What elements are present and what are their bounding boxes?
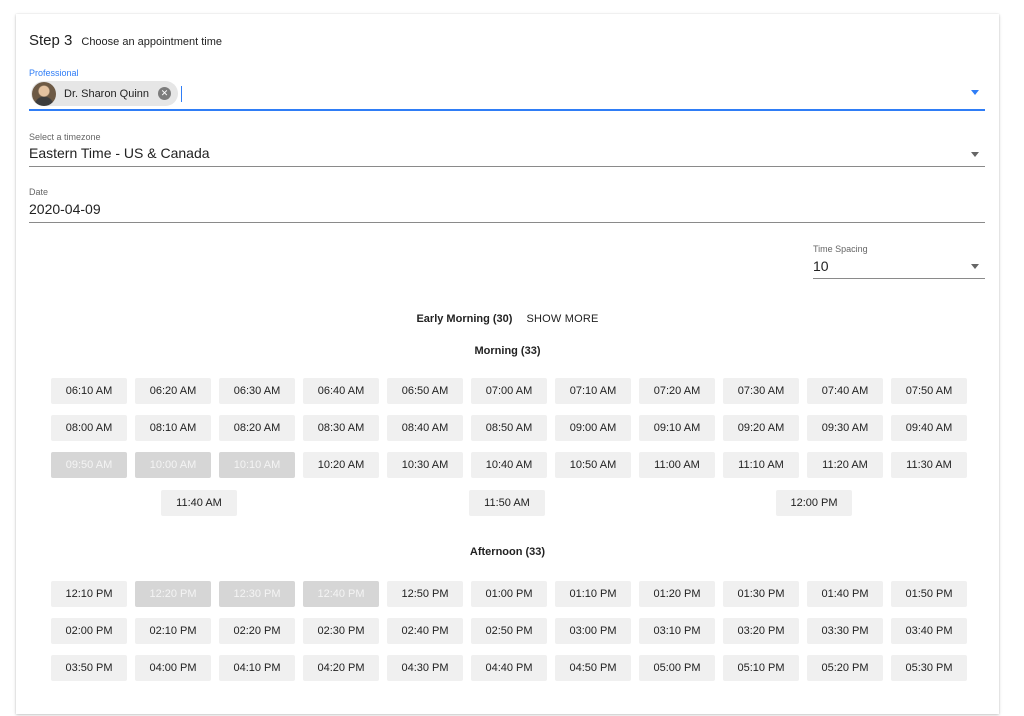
caret-down-icon[interactable]	[971, 90, 979, 95]
section-early-morning: Early Morning (30) SHOW MORE	[16, 313, 999, 325]
time-slot[interactable]: 02:40 PM	[387, 618, 463, 644]
caret-down-icon[interactable]	[971, 264, 979, 269]
time-slot[interactable]: 11:20 AM	[807, 452, 883, 478]
time-slot[interactable]: 02:00 PM	[51, 618, 127, 644]
time-slot[interactable]: 03:20 PM	[723, 618, 799, 644]
time-slot[interactable]: 08:50 AM	[471, 415, 547, 441]
step-number: Step 3	[29, 32, 73, 49]
time-slot[interactable]: 11:40 AM	[161, 490, 237, 516]
text-cursor	[181, 86, 182, 102]
time-slot-unavailable: 10:10 AM	[219, 452, 295, 478]
time-slot[interactable]: 06:40 AM	[303, 378, 379, 404]
time-slot[interactable]: 10:30 AM	[387, 452, 463, 478]
time-slot[interactable]: 07:30 AM	[723, 378, 799, 404]
time-slot[interactable]: 12:50 PM	[387, 581, 463, 607]
time-slot[interactable]: 03:50 PM	[51, 655, 127, 681]
time-slot[interactable]: 07:20 AM	[639, 378, 715, 404]
professional-chip[interactable]: Dr. Sharon Quinn ✕	[31, 81, 178, 106]
date-underline	[29, 222, 985, 223]
time-slot[interactable]: 08:00 AM	[51, 415, 127, 441]
date-label: Date	[29, 187, 49, 197]
time-slot[interactable]: 08:10 AM	[135, 415, 211, 441]
section-title: Early Morning (30)	[416, 313, 513, 325]
step-title: Choose an appointment time	[81, 36, 223, 48]
appointment-card: Step 3 Choose an appointment time Profes…	[16, 14, 999, 714]
date-field[interactable]: 2020-04-09	[29, 201, 101, 217]
time-slot[interactable]: 04:50 PM	[555, 655, 631, 681]
time-slot[interactable]: 11:00 AM	[639, 452, 715, 478]
time-slot[interactable]: 06:20 AM	[135, 378, 211, 404]
time-slot[interactable]: 03:30 PM	[807, 618, 883, 644]
time-slot[interactable]: 09:40 AM	[891, 415, 967, 441]
time-slot[interactable]: 12:10 PM	[51, 581, 127, 607]
time-slot[interactable]: 04:30 PM	[387, 655, 463, 681]
time-spacing-underline	[813, 278, 985, 279]
time-slot[interactable]: 11:50 AM	[469, 490, 545, 516]
time-slot[interactable]: 11:30 AM	[891, 452, 967, 478]
time-slot[interactable]: 09:30 AM	[807, 415, 883, 441]
step-header: Step 3 Choose an appointment time	[29, 32, 222, 49]
time-slot[interactable]: 01:00 PM	[471, 581, 547, 607]
time-slot[interactable]: 05:10 PM	[723, 655, 799, 681]
time-slot-unavailable: 09:50 AM	[51, 452, 127, 478]
time-slot[interactable]: 04:20 PM	[303, 655, 379, 681]
time-slot[interactable]: 10:40 AM	[471, 452, 547, 478]
time-slot[interactable]: 09:20 AM	[723, 415, 799, 441]
time-slot[interactable]: 06:30 AM	[219, 378, 295, 404]
afternoon-slots-grid: 12:10 PM 12:20 PM 12:30 PM 12:40 PM 12:50 PM…	[51, 581, 967, 681]
professional-label: Professional	[29, 68, 79, 78]
time-spacing-label: Time Spacing	[813, 244, 868, 254]
time-slot[interactable]: 10:20 AM	[303, 452, 379, 478]
time-slot[interactable]: 06:50 AM	[387, 378, 463, 404]
time-slot[interactable]: 02:50 PM	[471, 618, 547, 644]
show-more-button[interactable]: SHOW MORE	[526, 313, 598, 325]
time-slot[interactable]: 05:00 PM	[639, 655, 715, 681]
timezone-select[interactable]: Eastern Time - US & Canada	[29, 145, 210, 161]
time-slot-unavailable: 10:00 AM	[135, 452, 211, 478]
time-slot[interactable]: 01:50 PM	[891, 581, 967, 607]
time-slot[interactable]: 01:30 PM	[723, 581, 799, 607]
time-slot[interactable]: 07:00 AM	[471, 378, 547, 404]
time-slot[interactable]: 03:10 PM	[639, 618, 715, 644]
time-slot[interactable]: 02:10 PM	[135, 618, 211, 644]
time-slot[interactable]: 09:00 AM	[555, 415, 631, 441]
time-spacing-select[interactable]: 10	[813, 258, 829, 274]
time-slot[interactable]: 05:30 PM	[891, 655, 967, 681]
avatar	[32, 81, 56, 106]
time-slot[interactable]: 05:20 PM	[807, 655, 883, 681]
time-slot[interactable]: 07:50 AM	[891, 378, 967, 404]
time-slot[interactable]: 01:40 PM	[807, 581, 883, 607]
professional-input-underline[interactable]	[29, 109, 985, 111]
time-slot-unavailable: 12:40 PM	[303, 581, 379, 607]
time-slot[interactable]: 08:40 AM	[387, 415, 463, 441]
close-circle-icon[interactable]: ✕	[158, 87, 171, 100]
time-slot[interactable]: 01:20 PM	[639, 581, 715, 607]
time-slot[interactable]: 04:40 PM	[471, 655, 547, 681]
timezone-label: Select a timezone	[29, 132, 101, 142]
time-slot[interactable]: 04:10 PM	[219, 655, 295, 681]
time-slot[interactable]: 07:10 AM	[555, 378, 631, 404]
time-slot[interactable]: 03:40 PM	[891, 618, 967, 644]
chip-label: Dr. Sharon Quinn	[64, 87, 149, 100]
time-slot[interactable]: 08:30 AM	[303, 415, 379, 441]
time-slot[interactable]: 11:10 AM	[723, 452, 799, 478]
time-slot[interactable]: 12:00 PM	[776, 490, 852, 516]
time-slot[interactable]: 06:10 AM	[51, 378, 127, 404]
time-slot[interactable]: 10:50 AM	[555, 452, 631, 478]
time-slot[interactable]: 02:20 PM	[219, 618, 295, 644]
morning-slots-grid: 06:10 AM 06:20 AM 06:30 AM 06:40 AM 06:50 AM…	[51, 378, 967, 478]
time-slot[interactable]: 02:30 PM	[303, 618, 379, 644]
time-slot[interactable]: 01:10 PM	[555, 581, 631, 607]
time-slot[interactable]: 07:40 AM	[807, 378, 883, 404]
section-afternoon-title: Afternoon (33)	[469, 546, 546, 558]
time-slot-unavailable: 12:20 PM	[135, 581, 211, 607]
caret-down-icon[interactable]	[971, 152, 979, 157]
timezone-underline	[29, 166, 985, 167]
time-slot[interactable]: 09:10 AM	[639, 415, 715, 441]
time-slot[interactable]: 08:20 AM	[219, 415, 295, 441]
time-slot[interactable]: 03:00 PM	[555, 618, 631, 644]
time-slot-unavailable: 12:30 PM	[219, 581, 295, 607]
time-slot[interactable]: 04:00 PM	[135, 655, 211, 681]
section-morning-title: Morning (33)	[474, 345, 541, 357]
